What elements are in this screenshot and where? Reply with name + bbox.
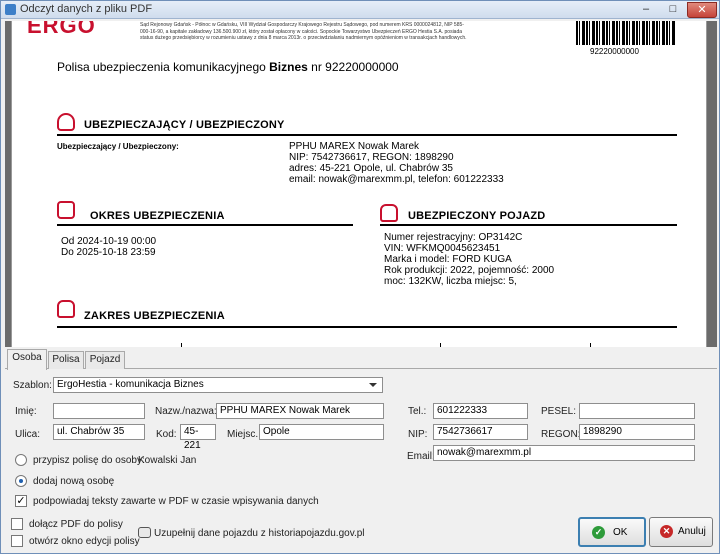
barcode-image (576, 21, 676, 45)
assign-person-name: Kowalski Jan (138, 455, 197, 466)
person-icon (57, 113, 75, 131)
street-input[interactable]: ul. Chabrów 35 (53, 424, 145, 440)
title-bar[interactable]: Odczyt danych z pliku PDF – □ ✕ (1, 1, 719, 19)
maximize-button[interactable]: □ (660, 2, 686, 18)
vehicle-heading: UBEZPIECZONY POJAZD (408, 210, 546, 222)
vehicle-line: Rok produkcji: 2022, pojemność: 2000 (384, 265, 555, 276)
vehicle-line: Numer rejestracyjny: OP3142C (384, 232, 523, 243)
postal-label: Kod: (156, 429, 177, 440)
nip-label: NIP: (408, 429, 428, 440)
period-line: Od 2024-10-19 00:00 (61, 236, 157, 247)
ok-button-label: OK (613, 527, 628, 538)
vehicle-line: moc: 132KW, liczba miejsc: 5, (384, 276, 517, 287)
car-icon (57, 300, 75, 318)
period-heading: OKRES UBEZPIECZENIA (90, 210, 225, 222)
insured-label: Ubezpieczający / Ubezpieczony: (57, 142, 179, 151)
city-label: Miejsc.: (227, 429, 261, 440)
chevron-down-icon (369, 383, 377, 387)
tab-bar: Osoba Polisa Pojazd (5, 347, 717, 370)
policy-title: Polisa ubezpieczenia komunikacyjnego Biz… (57, 60, 399, 74)
form-panel: Osoba Polisa Pojazd Szablon: ErgoHestia … (5, 347, 717, 517)
period-rule (57, 224, 353, 226)
ergo-logo: ERGO (27, 21, 96, 38)
city-input[interactable]: Opole (259, 424, 384, 440)
cancel-button-label: Anuluj (678, 526, 706, 537)
first-name-label: Imię: (15, 406, 37, 417)
postal-input[interactable]: 45-221 (180, 424, 216, 451)
regon-input[interactable]: 1898290 (579, 424, 695, 440)
window-title: Odczyt danych z pliku PDF (20, 3, 153, 15)
tab-pojazd[interactable]: Pojazd (85, 351, 125, 369)
surname-input[interactable]: PPHU MAREX Nowak Marek (216, 403, 384, 419)
pesel-input[interactable] (579, 403, 695, 419)
insured-heading: UBEZPIECZAJĄCY / UBEZPIECZONY (84, 119, 285, 131)
policy-title-bold: Biznes (269, 60, 308, 74)
template-select[interactable]: ErgoHestia - komunikacja Biznes (53, 377, 383, 393)
attach-pdf-checkbox[interactable] (11, 518, 23, 530)
vehicle-rule (380, 224, 677, 226)
phone-label: Tel.: (408, 406, 427, 417)
pdf-preview[interactable]: ERGO Sąd Rejonowy Gdańsk - Północ w Gdań… (5, 21, 717, 347)
policy-title-prefix: Polisa ubezpieczenia komunikacyjnego (57, 60, 266, 74)
suggest-checkbox[interactable]: ✓ (15, 495, 27, 507)
tab-polisa[interactable]: Polisa (48, 351, 84, 369)
minimize-button[interactable]: – (633, 2, 659, 18)
car-icon[interactable] (138, 527, 151, 538)
vehicle-line: VIN: WFKMQ0045623451 (384, 243, 501, 254)
template-value: ErgoHestia - komunikacja Biznes (57, 379, 204, 390)
ok-button[interactable]: ✓ OK (578, 517, 646, 547)
suggest-label: podpowiadaj teksty zawarte w PDF w czasi… (33, 496, 319, 507)
pdf-page: ERGO Sąd Rejonowy Gdańsk - Północ w Gdań… (11, 21, 707, 347)
footer-bar: dołącz PDF do polisy otwórz okno edycji … (5, 515, 717, 553)
email-input[interactable]: nowak@marexmm.pl (433, 445, 695, 461)
scope-rule (57, 326, 677, 328)
assign-policy-radio[interactable] (15, 454, 27, 466)
street-label: Ulica: (15, 429, 41, 440)
first-name-input[interactable] (53, 403, 145, 419)
barcode-number: 92220000000 (590, 47, 639, 56)
insured-line: PPHU MAREX Nowak Marek (289, 141, 420, 152)
dialog-window: Odczyt danych z pliku PDF – □ ✕ ERGO Sąd… (0, 0, 720, 554)
fill-vehicle-link[interactable]: Uzupełnij dane pojazdu z historiapojazdu… (154, 528, 365, 539)
close-button[interactable]: ✕ (687, 2, 717, 18)
regon-label: REGON: (541, 429, 581, 440)
email-label: Email: (407, 451, 435, 462)
insured-line: adres: 45-221 Opole, ul. Chabrów 35 (289, 163, 453, 174)
open-editor-checkbox[interactable] (11, 535, 23, 547)
phone-input[interactable]: 601222333 (433, 403, 528, 419)
new-person-label: dodaj nową osobę (33, 476, 115, 487)
app-icon (5, 4, 16, 15)
policy-title-suffix: nr 92220000000 (311, 60, 399, 74)
attach-pdf-label: dołącz PDF do polisy (29, 519, 123, 530)
vehicle-line: Marka i model: FORD KUGA (384, 254, 512, 265)
open-editor-label: otwórz okno edycji polisy (29, 536, 140, 547)
assign-policy-label: przypisz polisę do osoby: (33, 455, 145, 466)
tab-osoba[interactable]: Osoba (7, 349, 47, 370)
checkmark-icon: ✓ (592, 526, 605, 539)
insured-rule (57, 134, 677, 136)
nip-input[interactable]: 7542736617 (433, 424, 528, 440)
insured-line: NIP: 7542736617, REGON: 1898290 (289, 152, 454, 163)
new-person-radio[interactable] (15, 475, 27, 487)
insured-line: email: nowak@marexmm.pl, telefon: 601222… (289, 174, 504, 185)
cancel-button[interactable]: ✕ Anuluj (649, 517, 713, 547)
surname-label: Nazw./nazwa: (155, 406, 217, 417)
calendar-icon (57, 201, 75, 219)
car-icon (380, 204, 398, 222)
scope-heading: ZAKRES UBEZPIECZENIA (84, 310, 225, 322)
template-label: Szablon: (13, 380, 52, 391)
period-line: Do 2025-10-18 23:59 (61, 247, 156, 258)
close-icon: ✕ (660, 525, 673, 538)
pesel-label: PESEL: (541, 406, 577, 417)
legal-text: Sąd Rejonowy Gdańsk - Północ w Gdańsku, … (140, 22, 467, 41)
